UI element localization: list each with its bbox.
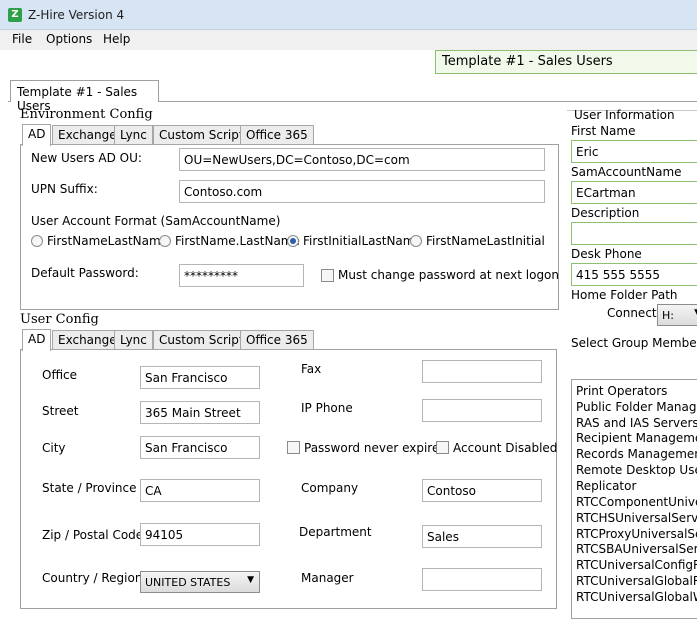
country-label: Country / Region (42, 571, 143, 585)
company-label: Company (301, 481, 359, 495)
group-item[interactable]: RTCSBAUniversalService (576, 542, 697, 556)
z-hire-logo-icon: Z (8, 8, 22, 22)
first-name-field[interactable]: Eric (571, 140, 697, 163)
home-folder-label: Home Folder Path (571, 288, 678, 302)
template-selector[interactable]: Template #1 - Sales Users (435, 50, 697, 74)
manager-field[interactable] (422, 568, 542, 591)
account-disabled-label: Account Disabled (453, 441, 558, 455)
format-label-first-last: FirstNameLastName (47, 234, 169, 248)
department-field[interactable]: Sales (422, 525, 542, 548)
fax-field[interactable] (422, 360, 542, 383)
group-item[interactable]: Remote Desktop Users (576, 463, 697, 477)
group-item[interactable]: Public Folder Managem (576, 400, 697, 414)
manager-label: Manager (301, 571, 354, 585)
user-tab-custom-script[interactable]: Custom Script (153, 330, 250, 350)
format-radio-initial-last[interactable] (287, 235, 299, 247)
connect-drive-select[interactable]: H: ▼ (657, 304, 697, 326)
ip-phone-field[interactable] (422, 399, 542, 422)
chevron-down-icon: ▼ (247, 575, 254, 585)
city-label: City (42, 441, 66, 455)
user-info-title: User Information (574, 108, 675, 122)
group-item[interactable]: RTCProxyUniversalServ (576, 527, 697, 541)
group-membership-label: Select Group Membersh (571, 336, 697, 350)
zip-field[interactable]: 94105 (140, 523, 260, 546)
country-select[interactable]: UNITED STATES ▼ (140, 571, 260, 593)
password-never-expires-checkbox[interactable] (287, 441, 300, 454)
group-item[interactable]: RTCHSUniversalService (576, 511, 697, 525)
group-item[interactable]: RTCUniversalGlobalRea (576, 574, 697, 588)
new-users-ou-label: New Users AD OU: (31, 151, 142, 165)
account-disabled-checkbox[interactable] (436, 441, 449, 454)
env-tab-lync[interactable]: Lync (114, 125, 153, 145)
format-label-first-initial: FirstNameLastInitial (426, 234, 545, 248)
new-users-ou-field[interactable]: OU=NewUsers,DC=Contoso,DC=com (179, 148, 545, 171)
connect-label: Connect (607, 306, 657, 320)
default-password-field[interactable]: ********* (179, 264, 304, 287)
group-membership-list[interactable]: Print Operators Public Folder Managem RA… (571, 379, 697, 619)
street-field[interactable]: 365 Main Street (140, 401, 260, 424)
must-change-password-label: Must change password at next logon (338, 268, 560, 282)
user-tab-lync[interactable]: Lync (114, 330, 153, 350)
user-tab-ad[interactable]: AD (22, 329, 52, 351)
format-label-initial-last: FirstInitialLastName (303, 234, 422, 248)
office-field[interactable]: San Francisco (140, 366, 260, 389)
default-password-label: Default Password: (31, 266, 139, 280)
menu-options[interactable]: Options (46, 32, 92, 46)
tab-template[interactable]: Template #1 - Sales Users (10, 80, 159, 113)
window-title: Z-Hire Version 4 (28, 8, 125, 22)
company-field[interactable]: Contoso (422, 479, 542, 502)
must-change-password-checkbox[interactable] (321, 269, 334, 282)
description-field[interactable] (571, 222, 697, 245)
group-item[interactable]: RAS and IAS Servers (576, 416, 697, 430)
first-name-label: First Name (571, 124, 636, 138)
fax-label: Fax (301, 362, 322, 376)
format-label-first-dot-last: FirstName.LastName (175, 234, 300, 248)
country-select-value: UNITED STATES (145, 576, 231, 589)
sam-account-label: SamAccountName (571, 165, 682, 179)
format-radio-first-last[interactable] (31, 235, 43, 247)
env-tab-ad[interactable]: AD (22, 124, 52, 146)
city-field[interactable]: San Francisco (140, 436, 260, 459)
password-never-expires-label: Password never expires (304, 441, 446, 455)
group-item[interactable]: RTCUniversalConfigRep (576, 558, 697, 572)
description-label: Description (571, 206, 640, 220)
env-tab-exchange[interactable]: Exchange (52, 125, 123, 145)
connect-drive-value: H: (662, 309, 674, 322)
street-label: Street (42, 404, 79, 418)
env-tab-office365[interactable]: Office 365 (240, 125, 314, 145)
upn-suffix-field[interactable]: Contoso.com (179, 180, 545, 203)
group-item[interactable]: Recipient Management (576, 431, 697, 445)
ip-phone-label: IP Phone (301, 401, 353, 415)
group-item[interactable]: Replicator (576, 479, 636, 493)
menu-bar: File Options Help (0, 30, 697, 50)
format-radio-first-initial[interactable] (410, 235, 422, 247)
menu-file[interactable]: File (12, 32, 32, 46)
office-label: Office (42, 368, 78, 382)
menu-help[interactable]: Help (103, 32, 130, 46)
desk-phone-label: Desk Phone (571, 247, 642, 261)
user-tab-exchange[interactable]: Exchange (52, 330, 123, 350)
sam-account-field[interactable]: ECartman (571, 181, 697, 204)
env-tab-custom-script[interactable]: Custom Script (153, 125, 250, 145)
state-label: State / Province (42, 481, 137, 495)
desk-phone-field[interactable]: 415 555 5555 (571, 263, 697, 286)
group-item[interactable]: RTCComponentUnivers (576, 495, 697, 509)
user-config-title: User Config (20, 312, 99, 327)
state-field[interactable]: CA (140, 479, 260, 502)
department-label: Department (299, 525, 372, 539)
user-tab-office365[interactable]: Office 365 (240, 330, 314, 350)
account-format-label: User Account Format (SamAccountName) (31, 214, 281, 228)
env-config-title: Environment Config (20, 107, 153, 122)
group-item[interactable]: Print Operators (576, 384, 667, 398)
upn-suffix-label: UPN Suffix: (31, 182, 98, 196)
zip-label: Zip / Postal Code (42, 528, 144, 542)
format-radio-first-dot-last[interactable] (159, 235, 171, 247)
group-item[interactable]: Records Management (576, 447, 697, 461)
